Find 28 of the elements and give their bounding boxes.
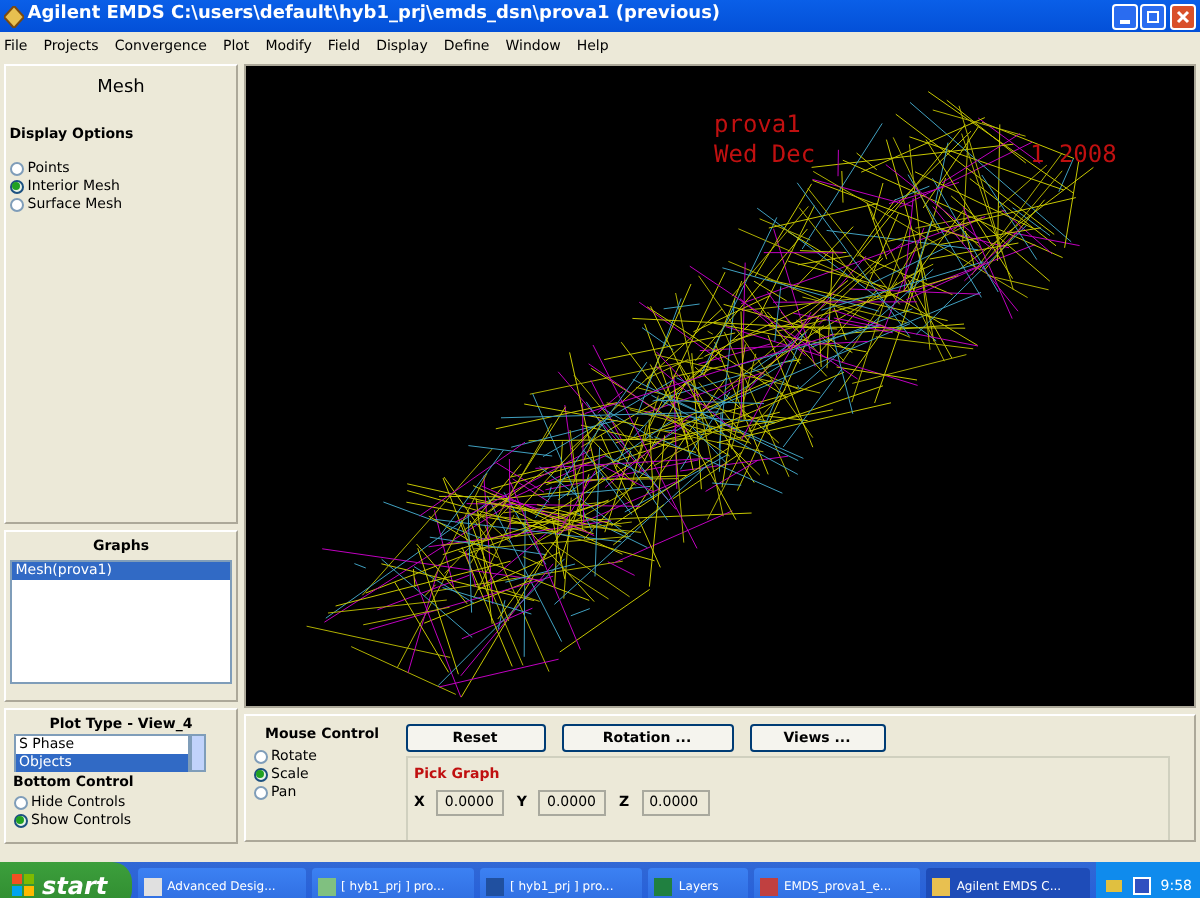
radio-button[interactable] <box>13 813 27 828</box>
app-icon <box>143 877 162 895</box>
minimize-icon <box>1119 20 1129 24</box>
radio-button[interactable] <box>9 179 24 194</box>
app-icon <box>485 877 504 895</box>
app-icon <box>932 877 951 895</box>
plot-date: Wed Dec <box>714 140 816 168</box>
radio-button[interactable] <box>9 197 24 212</box>
radio-button[interactable] <box>9 161 24 176</box>
app-icon <box>759 877 778 895</box>
window-title: Agilent EMDS C:\users\default\hyb1_prj\emds_dsn\prova1 (previous) <box>27 2 723 29</box>
plot-date: 1 2008 <box>1030 140 1117 168</box>
radio-button[interactable] <box>13 795 27 810</box>
panel-title: Mesh <box>95 76 147 103</box>
radio-button[interactable] <box>253 767 267 782</box>
start-button[interactable]: start <box>0 862 132 898</box>
maximize-button[interactable] <box>1140 3 1167 29</box>
radio-button[interactable] <box>253 749 267 764</box>
app-icon <box>4 5 24 27</box>
plot-label: prova1 <box>714 110 801 138</box>
minimize-button[interactable] <box>1111 3 1137 29</box>
windows-logo-icon <box>12 874 36 898</box>
maximize-icon <box>1142 5 1165 28</box>
radio-button[interactable] <box>253 785 267 800</box>
app-icon <box>654 877 673 895</box>
close-button[interactable] <box>1170 3 1196 29</box>
app-icon <box>317 877 336 895</box>
close-icon <box>1172 5 1194 28</box>
